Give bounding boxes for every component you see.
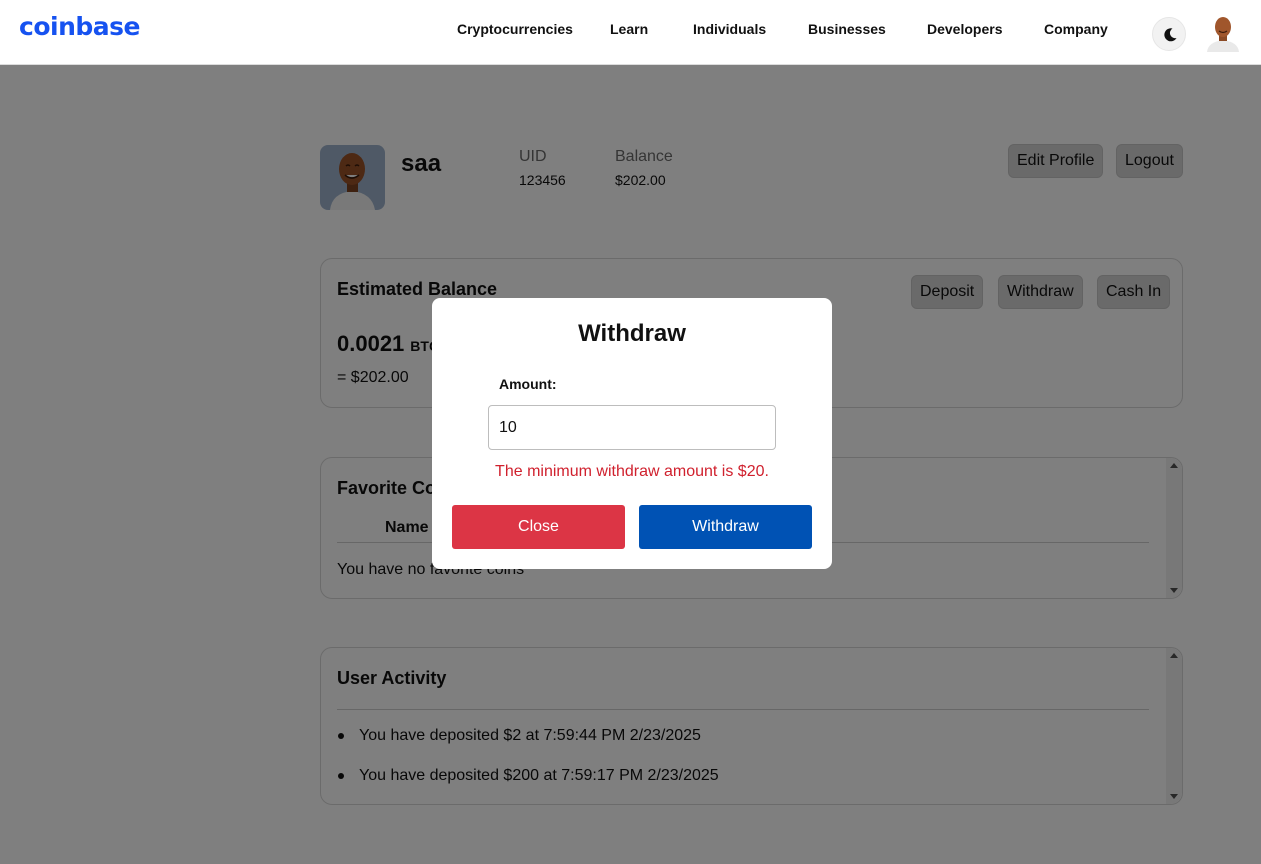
moon-icon (1164, 28, 1177, 42)
nav-company[interactable]: Company (1044, 21, 1108, 37)
amount-input[interactable] (488, 405, 776, 450)
withdraw-submit-button[interactable]: Withdraw (639, 505, 812, 549)
nav-businesses[interactable]: Businesses (808, 21, 886, 37)
amount-label: Amount: (499, 376, 557, 392)
avatar-icon[interactable] (1205, 14, 1241, 52)
theme-toggle-button[interactable] (1152, 17, 1186, 51)
close-button[interactable]: Close (452, 505, 625, 549)
nav-cryptocurrencies[interactable]: Cryptocurrencies (457, 21, 573, 37)
nav-developers[interactable]: Developers (927, 21, 1002, 37)
modal-title: Withdraw (578, 320, 686, 347)
top-navbar: coinbase Cryptocurrencies Learn Individu… (0, 0, 1261, 65)
withdraw-modal: Withdraw Amount: The minimum withdraw am… (432, 298, 832, 569)
nav-learn[interactable]: Learn (610, 21, 648, 37)
nav-individuals[interactable]: Individuals (693, 21, 766, 37)
coinbase-logo[interactable]: coinbase (19, 12, 140, 41)
error-message: The minimum withdraw amount is $20. (495, 463, 769, 480)
